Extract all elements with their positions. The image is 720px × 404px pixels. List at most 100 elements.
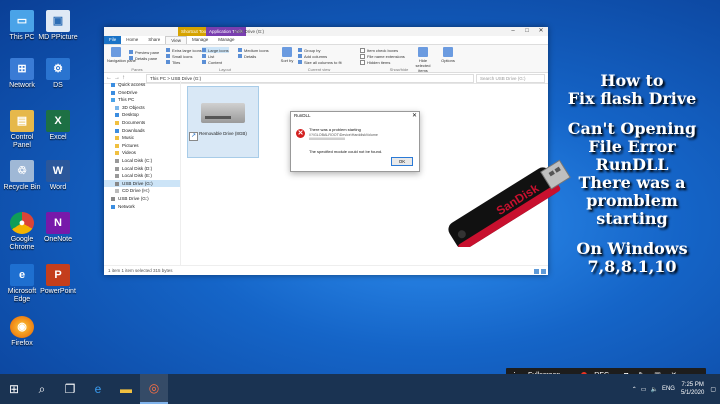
- desktop-icon-network[interactable]: ⊞ Network: [2, 58, 42, 90]
- overlay-line: RunDLL: [595, 155, 669, 174]
- video-icon: [115, 151, 119, 156]
- nav-item-local-disk-e[interactable]: Local Disk (E:): [104, 172, 180, 180]
- nav-item-downloads[interactable]: Downloads: [104, 127, 180, 135]
- tab-share[interactable]: Share: [143, 36, 165, 44]
- close-button[interactable]: ✕: [534, 27, 548, 36]
- drive-icon: [201, 103, 245, 123]
- notifications-icon[interactable]: ▢: [710, 386, 716, 393]
- cloud-icon: [111, 90, 115, 95]
- navigation-pane-icon: [111, 47, 121, 57]
- taskbar: ⊞ ⌕ ❐ e ▬ ◎ ⌃ ▭ 🔈 ENG 7:25 PM 5/1/2020 ▢: [0, 374, 720, 404]
- desktop-icon-google-chrome[interactable]: ● Google Chrome: [2, 212, 42, 252]
- file-explorer-taskbar-icon[interactable]: ▬: [112, 374, 140, 404]
- view-icon: [202, 54, 206, 58]
- desktop-icon-firefox[interactable]: ◉ Firefox: [2, 316, 42, 348]
- nav-item-network[interactable]: Network: [104, 203, 180, 211]
- tab-view[interactable]: View: [165, 36, 187, 44]
- view-icon: [202, 60, 206, 64]
- hidden-items-checkbox[interactable]: Hidden items: [360, 59, 405, 65]
- nav-item-local-disk-c[interactable]: Local Disk (C:): [104, 157, 180, 165]
- tab-manage-application[interactable]: Manage: [213, 36, 239, 44]
- overlay-line: How to: [600, 71, 664, 90]
- dialog-close-icon[interactable]: ✕: [412, 112, 417, 120]
- details-view-icon[interactable]: [534, 269, 539, 274]
- desktop-icon-onenote[interactable]: N OneNote: [38, 212, 78, 244]
- rundll-error-dialog[interactable]: RunDLL ✕ ✕ There was a problem starting …: [290, 111, 420, 172]
- cd-icon: [115, 189, 119, 194]
- sort-by-button[interactable]: Sort by: [280, 47, 294, 63]
- nav-item-documents[interactable]: Documents: [104, 119, 180, 127]
- firefox-icon: ◉: [10, 316, 34, 338]
- desktop-icon-md-ppicture[interactable]: ▣ MD PPicture: [38, 10, 78, 42]
- minimize-button[interactable]: –: [506, 27, 520, 36]
- nav-item-local-disk-d[interactable]: Local Disk (D:): [104, 165, 180, 173]
- desktop-icon-recycle-bin[interactable]: ♲ Recycle Bin: [2, 160, 42, 192]
- nav-item-music[interactable]: Music: [104, 134, 180, 142]
- desktop-icon-control-panel[interactable]: ▤ Control Panel: [2, 110, 42, 150]
- error-message: There was a problem starting: [309, 127, 361, 132]
- nav-item-onedrive[interactable]: OneDrive: [104, 89, 180, 97]
- desktop-icon-ds[interactable]: ⚙ DS: [38, 58, 78, 90]
- search-icon[interactable]: ⌕: [28, 374, 56, 404]
- status-bar: 1 item 1 item selected 315 bytes: [104, 265, 548, 275]
- recorder-taskbar-icon[interactable]: ◎: [140, 374, 168, 404]
- dialog-title-bar[interactable]: RunDLL ✕: [291, 112, 419, 120]
- task-view-icon[interactable]: ❐: [56, 374, 84, 404]
- file-name-extensions-checkbox[interactable]: File name extensions: [360, 53, 405, 59]
- tab-file[interactable]: File: [104, 36, 122, 44]
- navigation-pane-button[interactable]: Navigation pane: [107, 47, 136, 63]
- nav-item-usb-drive-g-root[interactable]: USB Drive (G:): [104, 195, 180, 203]
- powerpoint-icon: P: [46, 264, 70, 286]
- start-button[interactable]: ⊞: [0, 374, 28, 404]
- tab-manage-shortcut[interactable]: Manage: [187, 36, 213, 44]
- nav-item-cd-drive-h[interactable]: CD Drive (H:): [104, 187, 180, 195]
- maximize-button[interactable]: □: [520, 27, 534, 36]
- title-bar[interactable]: Shortcut Tools Application Tools USB Dri…: [104, 27, 548, 36]
- disk-icon: [115, 158, 119, 163]
- nav-item-usb-drive-g[interactable]: USB Drive (G:): [104, 179, 180, 188]
- nav-item-desktop[interactable]: Desktop: [104, 111, 180, 119]
- chrome-icon: ●: [10, 212, 34, 234]
- overlay-line: There was a: [578, 173, 686, 192]
- nav-item-quick-access[interactable]: Quick access: [104, 81, 180, 89]
- resize-icon: [298, 60, 302, 64]
- desktop-icon-this-pc[interactable]: ▭ This PC: [2, 10, 42, 42]
- layout-extra-large-icons[interactable]: Extra large icons: [166, 47, 202, 53]
- language-indicator[interactable]: ENG: [662, 386, 675, 392]
- edge-taskbar-icon[interactable]: e: [84, 374, 112, 404]
- details-pane-icon: [129, 56, 133, 60]
- nav-item-videos[interactable]: Videos: [104, 149, 180, 157]
- disk-icon: [115, 174, 119, 179]
- columns-icon: [298, 54, 302, 58]
- drive-label: Removable Drive (8GB): [199, 131, 247, 136]
- network-tray-icon[interactable]: ▭: [641, 386, 647, 393]
- system-tray: ⌃ ▭ 🔈 ENG 7:25 PM 5/1/2020 ▢: [632, 374, 716, 404]
- ok-button[interactable]: OK: [391, 157, 413, 166]
- details-pane-button[interactable]: Details pane: [129, 55, 159, 61]
- current-view-group-label: Current view: [307, 67, 331, 72]
- desktop-icon-excel[interactable]: X Excel: [38, 110, 78, 142]
- size-all-columns-button[interactable]: Size all columns to fit: [298, 59, 342, 65]
- options-button[interactable]: Options: [440, 47, 456, 63]
- nav-item-3d-objects[interactable]: 3D Objects: [104, 104, 180, 112]
- nav-item-this-pc[interactable]: This PC: [104, 96, 180, 104]
- edge-icon: e: [10, 264, 34, 286]
- clock[interactable]: 7:25 PM 5/1/2020: [681, 381, 704, 397]
- tab-home[interactable]: Home: [121, 36, 143, 44]
- removable-drive-item[interactable]: ↗ Removable Drive (8GB): [187, 86, 259, 158]
- layout-tiles[interactable]: Tiles: [166, 59, 202, 65]
- usb-drive-icon: [115, 181, 119, 186]
- layout-details[interactable]: Details: [238, 53, 269, 59]
- item-check-boxes-checkbox[interactable]: Item check boxes: [360, 47, 405, 53]
- desktop-icon-microsoft-edge[interactable]: e Microsoft Edge: [2, 264, 42, 304]
- volume-icon[interactable]: 🔈: [650, 386, 657, 393]
- group-icon: [298, 48, 302, 52]
- chevron-up-icon[interactable]: ⌃: [632, 386, 637, 393]
- status-text: 1 item 1 item selected 315 bytes: [108, 268, 173, 273]
- pc-icon: ▭: [10, 10, 34, 32]
- desktop-icon-powerpoint[interactable]: P PowerPoint: [38, 264, 78, 296]
- layout-content[interactable]: Content: [202, 59, 229, 65]
- overlay-line: Can't Opening: [567, 119, 697, 138]
- nav-item-pictures[interactable]: Pictures: [104, 142, 180, 150]
- desktop-icon-word[interactable]: W Word: [38, 160, 78, 192]
